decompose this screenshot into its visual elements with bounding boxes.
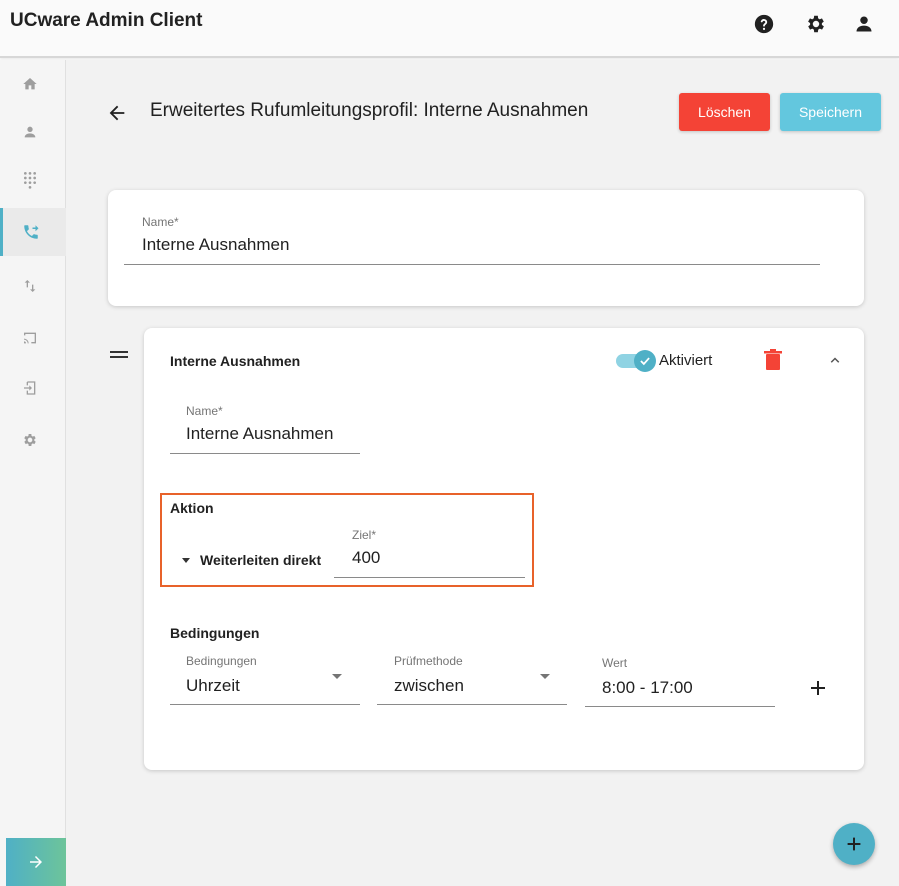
cast-icon [24,332,36,344]
add-condition-plus-icon[interactable] [808,678,828,698]
method-label: Prüfmethode [394,654,463,668]
swap-vert-icon [24,280,36,292]
gear-icon [24,434,36,446]
back-arrow-icon[interactable] [106,102,128,124]
value-underline [585,706,775,707]
profile-name-underline [124,264,820,265]
toggle-label: Aktiviert [659,352,713,369]
delete-rule-trash-icon[interactable] [764,349,782,371]
condition-type-underline [170,704,360,705]
sidebar-item-login[interactable] [0,364,66,412]
method-underline [377,704,567,705]
condition-dropdown-arrow-icon[interactable] [332,674,342,679]
check-icon [634,350,656,372]
collapse-chevron-up-icon[interactable] [826,351,844,369]
plus-icon [847,837,861,851]
target-underline [334,577,525,578]
sidebar-item-devices[interactable] [0,314,66,362]
action-type-value: Weiterleiten direkt [200,552,322,568]
sidebar-expand-button[interactable] [6,838,66,886]
target-label: Ziel* [352,528,377,542]
rule-title: Interne Ausnahmen [170,353,301,369]
settings-icon[interactable] [804,12,828,36]
condition-type-label: Bedingungen [186,654,257,668]
action-highlight-box [160,493,534,587]
home-icon [23,78,37,90]
conditions-heading: Bedingungen [170,625,260,641]
profile-name-label: Name* [142,215,179,229]
value-field[interactable]: 8:00 - 17:00 [602,678,693,698]
method-select[interactable]: zwischen [394,676,464,696]
arrow-right-icon [30,856,42,868]
device-login-icon [24,381,36,395]
phone-forward-icon [24,225,39,239]
rule-name-label: Name* [186,404,223,418]
person-icon [24,126,36,138]
sidebar-item-home[interactable] [0,60,66,108]
save-button[interactable]: Speichern [780,93,881,131]
rule-name-underline [170,453,360,454]
sidebar-item-dialpad[interactable] [0,156,66,204]
sidebar-item-settings[interactable] [0,416,66,464]
caret-down-icon [182,557,190,563]
sidebar-item-transfer[interactable] [0,262,66,310]
action-type-dropdown[interactable]: Weiterleiten direkt [182,552,321,568]
user-icon[interactable] [852,12,876,36]
sidebar-item-users[interactable] [0,108,66,156]
profile-name-field[interactable]: Interne Ausnahmen [142,235,289,255]
rule-name-field[interactable]: Interne Ausnahmen [186,424,333,444]
sidebar [0,60,66,886]
target-field[interactable]: 400 [352,548,380,568]
active-toggle[interactable] [616,350,656,372]
drag-handle-icon[interactable] [110,351,128,361]
action-heading: Aktion [170,500,214,516]
help-icon[interactable] [752,12,776,36]
top-app-bar: UCware Admin Client [0,0,899,58]
condition-type-select[interactable]: Uhrzeit [186,676,240,696]
add-rule-fab-button[interactable] [833,823,875,865]
dialpad-icon [24,172,36,189]
value-label: Wert [602,656,628,670]
delete-button[interactable]: Löschen [679,93,770,131]
app-title: UCware Admin Client [10,10,203,31]
page-title: Erweitertes Rufumleitungsprofil: Interne… [150,100,589,121]
method-dropdown-arrow-icon[interactable] [540,674,550,679]
sidebar-item-call-forwarding[interactable] [0,208,66,256]
